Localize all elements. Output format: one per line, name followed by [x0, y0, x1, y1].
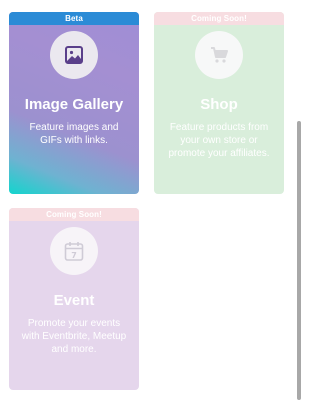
coming-soon-badge: Coming Soon!: [9, 208, 139, 221]
cart-icon: [195, 31, 243, 79]
card-title: Image Gallery: [24, 96, 124, 113]
card-title: Shop: [200, 96, 238, 113]
card-description: Feature images and GIFs with links.: [29, 122, 119, 146]
vertical-scrollbar[interactable]: [297, 121, 301, 400]
image-icon: [50, 31, 98, 79]
image-gallery-card[interactable]: Beta Image Gallery Feature images and GI…: [9, 12, 139, 194]
card-description: Feature products from your own store or …: [168, 122, 270, 159]
svg-text:7: 7: [71, 251, 77, 260]
beta-badge: Beta: [9, 12, 139, 25]
shop-card: Coming Soon! Shop Feature products from …: [154, 12, 284, 194]
event-card: Coming Soon! 7 Event Promote your events…: [9, 208, 139, 390]
card-description: Promote your events with Eventbrite, Mee…: [21, 318, 127, 355]
coming-soon-badge: Coming Soon!: [154, 12, 284, 25]
card-title: Event: [53, 292, 95, 309]
calendar-icon: 7: [50, 227, 98, 275]
